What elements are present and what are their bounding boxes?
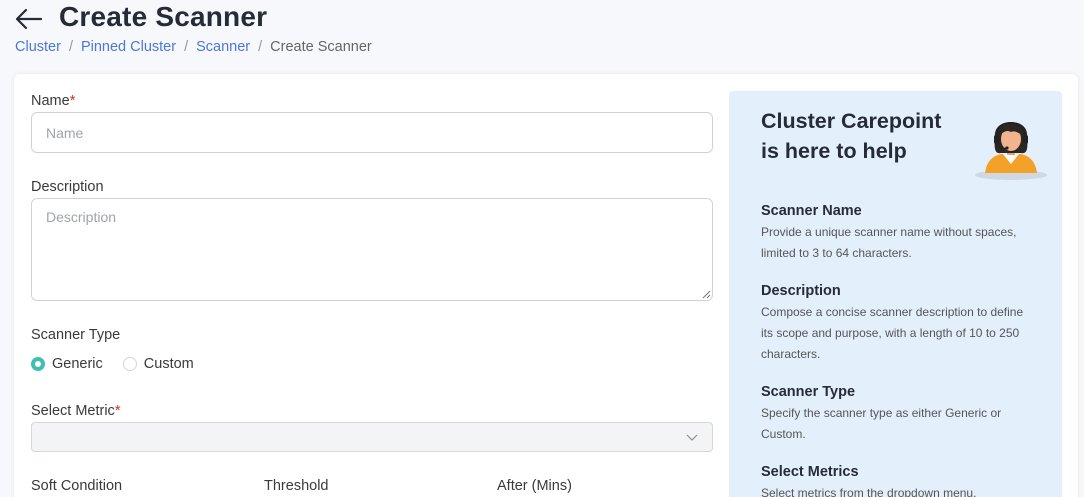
back-arrow-icon[interactable] — [14, 6, 44, 32]
support-agent-icon — [975, 121, 1047, 180]
breadcrumb-pinned-cluster[interactable]: Pinned Cluster — [81, 39, 176, 55]
description-label: Description — [31, 179, 104, 195]
breadcrumb: Cluster / Pinned Cluster / Scanner / Cre… — [15, 39, 372, 55]
threshold-label: Threshold — [264, 478, 329, 494]
breadcrumb-separator: / — [184, 39, 189, 55]
name-label: Name* — [31, 93, 75, 109]
help-text: Compose a concise scanner description to… — [761, 305, 1024, 361]
resize-grip-icon[interactable] — [701, 289, 711, 299]
help-text: Select metrics from the dropdown menu. — [761, 486, 977, 497]
help-heading: Select Metrics — [761, 464, 859, 480]
help-section-select-metrics: Select Metrics Select metrics from the d… — [761, 464, 1031, 497]
radio-generic-label[interactable]: Generic — [52, 356, 103, 372]
help-heading: Scanner Type — [761, 384, 856, 400]
select-metric-label: Select Metric* — [31, 403, 120, 419]
help-heading: Scanner Name — [761, 203, 862, 219]
scanner-type-label: Scanner Type — [31, 327, 121, 343]
required-marker: * — [114, 403, 121, 419]
radio-custom-label[interactable]: Custom — [144, 356, 194, 372]
scanner-type-radio-group: Generic Custom — [31, 356, 214, 372]
breadcrumb-current: Create Scanner — [270, 39, 372, 55]
chevron-down-icon — [686, 434, 698, 441]
required-marker: * — [69, 93, 76, 109]
page-title: Create Scanner — [59, 1, 268, 32]
soft-condition-label: Soft Condition — [31, 478, 123, 494]
breadcrumb-separator: / — [68, 39, 73, 55]
name-label-text: Name — [31, 93, 70, 109]
help-text: Provide a unique scanner name without sp… — [761, 225, 1017, 260]
help-title: Cluster Carepoint is here to help — [761, 109, 942, 163]
help-section-scanner-name: Scanner Name Provide a unique scanner na… — [761, 203, 1031, 264]
page-header: Create Scanner Cluster / Pinned Cluster … — [0, 0, 1084, 70]
after-mins-label: After (Mins) — [497, 478, 572, 494]
name-input[interactable] — [31, 112, 713, 153]
breadcrumb-scanner[interactable]: Scanner — [196, 39, 250, 55]
breadcrumb-separator: / — [258, 39, 263, 55]
help-panel: Cluster Carepoint is here to help Scanne… — [729, 91, 1062, 497]
radio-generic[interactable] — [31, 357, 45, 371]
help-text: Specify the scanner type as either Gener… — [761, 406, 1002, 441]
help-heading: Description — [761, 283, 841, 299]
radio-custom[interactable] — [122, 357, 137, 371]
select-metric-dropdown[interactable] — [31, 422, 713, 452]
help-section-scanner-type: Scanner Type Specify the scanner type as… — [761, 384, 1031, 445]
breadcrumb-cluster[interactable]: Cluster — [15, 39, 61, 55]
help-section-description: Description Compose a concise scanner de… — [761, 283, 1031, 365]
description-textarea[interactable] — [31, 198, 713, 301]
select-metric-label-text: Select Metric — [31, 403, 115, 419]
